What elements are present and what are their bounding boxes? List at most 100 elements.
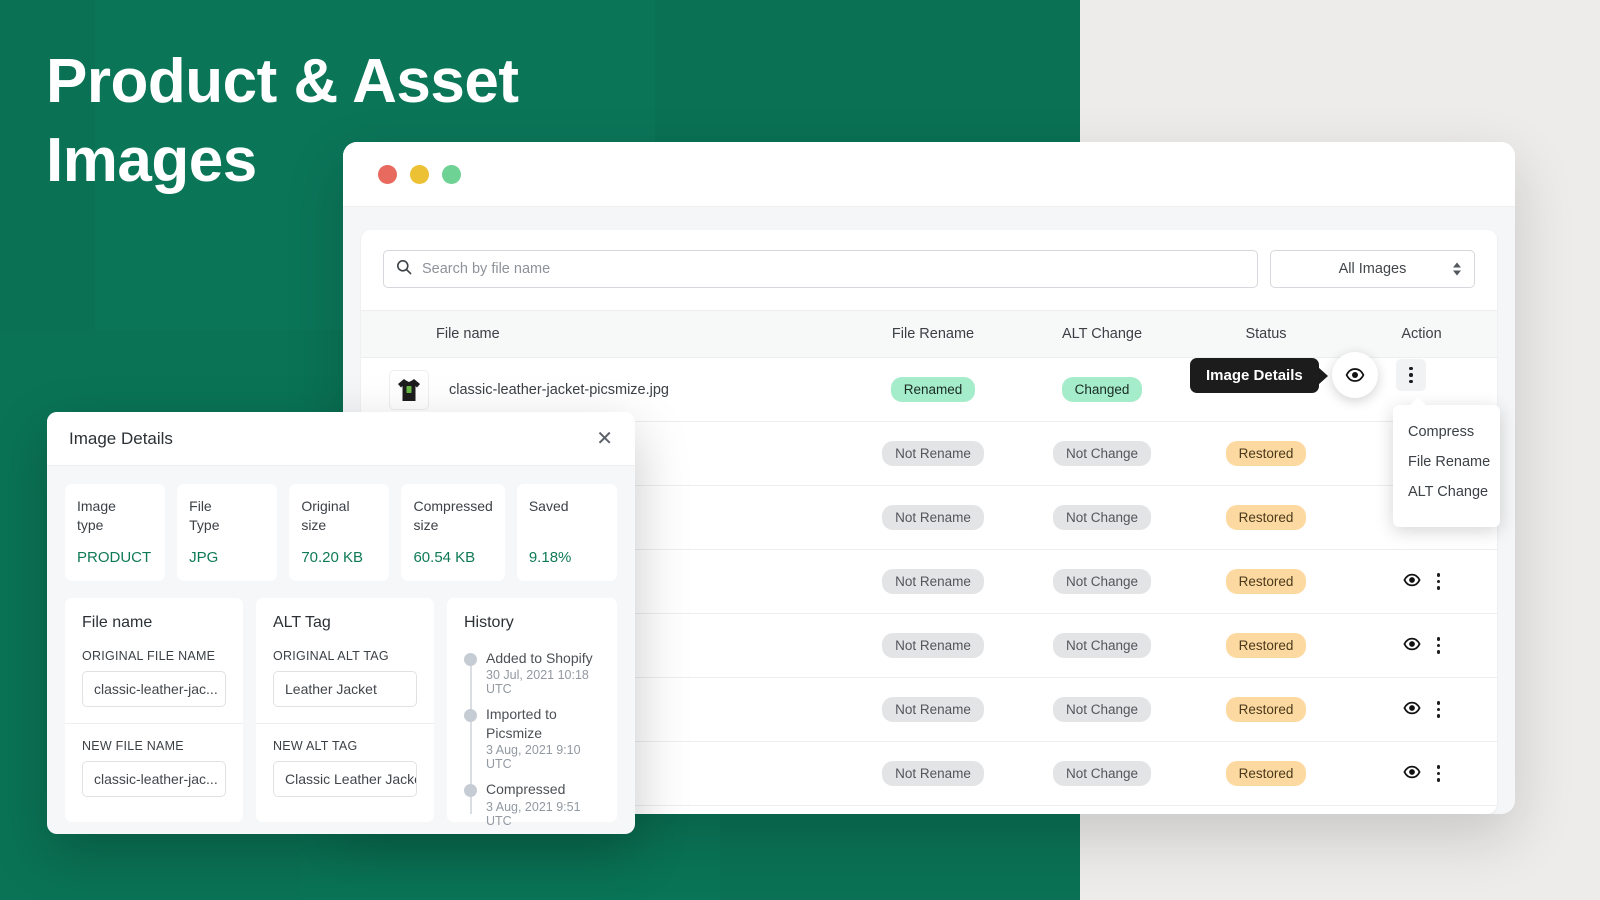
row-action-cell	[1346, 699, 1497, 721]
history-event: Imported to Picsmize3 Aug, 2021 9:10 UTC	[486, 705, 600, 771]
rename-badge: Not Rename	[882, 505, 984, 531]
original-file-name-field[interactable]: classic-leather-jac...	[82, 671, 226, 707]
history-event-name: Added to Shopify	[486, 649, 600, 667]
history-event-time: 3 Aug, 2021 9:10 UTC	[486, 743, 600, 771]
row-rename-cell: Not Rename	[848, 441, 1018, 467]
row-action-menu-button[interactable]	[1396, 359, 1426, 391]
alt-badge: Not Change	[1053, 569, 1151, 595]
row-status-cell: Restored	[1186, 441, 1346, 467]
detail-panels: File name ORIGINAL FILE NAME classic-lea…	[47, 581, 635, 834]
row-rename-cell: Not Rename	[848, 633, 1018, 659]
modal-title: Image Details	[69, 429, 173, 449]
row-status-cell: Restored	[1186, 505, 1346, 531]
rename-badge: Not Rename	[882, 441, 984, 467]
original-file-name-label: ORIGINAL FILE NAME	[82, 649, 226, 663]
stat-card: Saved9.18%	[517, 484, 617, 581]
row-alt-cell: Not Change	[1018, 569, 1186, 595]
alt-badge: Changed	[1062, 377, 1143, 403]
column-status: Status	[1186, 326, 1346, 342]
new-alt-tag-field[interactable]: Classic Leather Jacket p	[273, 761, 417, 797]
tshirt-thumbnail	[394, 375, 424, 405]
rename-badge: Renamed	[891, 377, 976, 403]
history-panel-title: History	[464, 614, 600, 632]
eye-icon	[1345, 365, 1365, 385]
minimize-dot[interactable]	[410, 165, 429, 184]
status-badge: Restored	[1226, 441, 1307, 467]
row-rename-cell: Not Rename	[848, 761, 1018, 787]
search-placeholder: Search by file name	[422, 261, 550, 277]
rename-badge: Not Rename	[882, 569, 984, 595]
row-thumbnail	[389, 370, 429, 410]
stats-row: ImagetypePRODUCTFileTypeJPGOriginalsize7…	[47, 466, 635, 581]
search-icon	[396, 259, 412, 280]
image-details-tooltip: Image Details	[1190, 358, 1319, 393]
column-action: Action	[1346, 326, 1497, 342]
stat-value: PRODUCT	[77, 549, 153, 566]
row-file-name: classic-leather-jacket-picsmize.jpg	[449, 382, 669, 398]
stat-card: FileTypeJPG	[177, 484, 277, 581]
image-details-modal: Image Details ✕ ImagetypePRODUCTFileType…	[47, 412, 635, 834]
alt-tag-panel-title: ALT Tag	[273, 614, 417, 632]
stat-value: 9.18%	[529, 549, 605, 566]
row-alt-cell: Changed	[1018, 377, 1186, 403]
menu-item-compress[interactable]: Compress	[1393, 417, 1500, 447]
alt-badge: Not Change	[1053, 633, 1151, 659]
search-input[interactable]: Search by file name	[383, 250, 1258, 288]
stat-card: Compressedsize 60.54 KB	[401, 484, 504, 581]
status-badge: Restored	[1226, 697, 1307, 723]
history-event: Compressed 3 Aug, 2021 9:51 UTC	[486, 780, 600, 827]
modal-header: Image Details ✕	[47, 412, 635, 466]
stat-card: Originalsize70.20 KB	[289, 484, 389, 581]
row-status-cell: Restored	[1186, 697, 1346, 723]
image-filter-select[interactable]: All Images	[1270, 250, 1475, 288]
kebab-icon[interactable]	[1437, 573, 1441, 590]
view-details-button[interactable]	[1332, 352, 1378, 398]
row-rename-cell: Not Rename	[848, 569, 1018, 595]
history-event-name: Imported to Picsmize	[486, 705, 600, 742]
history-panel: History Added to Shopify30 Jul, 2021 10:…	[447, 598, 617, 822]
file-name-panel-title: File name	[82, 614, 226, 632]
original-alt-tag-field[interactable]: Leather Jacket	[273, 671, 417, 707]
status-badge: Restored	[1226, 633, 1307, 659]
menu-item-file-rename[interactable]: File Rename	[1393, 447, 1500, 477]
menu-item-alt-change[interactable]: ALT Change	[1393, 477, 1500, 507]
table-header: File name File Rename ALT Change Status …	[361, 310, 1497, 358]
row-alt-cell: Not Change	[1018, 761, 1186, 787]
close-icon[interactable]: ✕	[596, 429, 613, 449]
rename-badge: Not Rename	[882, 633, 984, 659]
panel-divider	[65, 723, 243, 724]
alt-badge: Not Change	[1053, 441, 1151, 467]
status-badge: Restored	[1226, 761, 1307, 787]
stat-value: 60.54 KB	[413, 549, 492, 566]
view-details-icon[interactable]	[1403, 699, 1421, 721]
close-dot[interactable]	[378, 165, 397, 184]
history-timeline: Added to Shopify30 Jul, 2021 10:18 UTC Im…	[464, 649, 600, 828]
chevron-updown-icon	[1453, 263, 1461, 276]
stat-value: JPG	[189, 549, 265, 566]
row-rename-cell: Renamed	[848, 377, 1018, 403]
row-alt-cell: Not Change	[1018, 697, 1186, 723]
alt-badge: Not Change	[1053, 761, 1151, 787]
view-details-icon[interactable]	[1403, 763, 1421, 785]
row-rename-cell: Not Rename	[848, 697, 1018, 723]
new-file-name-field[interactable]: classic-leather-jac...	[82, 761, 226, 797]
stat-card: ImagetypePRODUCT	[65, 484, 165, 581]
stat-label: Compressedsize	[413, 497, 492, 535]
stat-label: Originalsize	[301, 497, 377, 535]
row-alt-cell: Not Change	[1018, 633, 1186, 659]
maximize-dot[interactable]	[442, 165, 461, 184]
column-file-rename: File Rename	[848, 326, 1018, 342]
history-event-time: 3 Aug, 2021 9:51 UTC	[486, 800, 600, 828]
history-event-name: Compressed	[486, 780, 600, 798]
column-file-name: File name	[361, 326, 848, 342]
row-action-cell	[1346, 763, 1497, 785]
kebab-icon[interactable]	[1437, 701, 1441, 718]
history-event-time: 30 Jul, 2021 10:18 UTC	[486, 668, 600, 696]
view-details-icon[interactable]	[1403, 571, 1421, 593]
view-details-icon[interactable]	[1403, 635, 1421, 657]
row-status-cell: Restored	[1186, 569, 1346, 595]
kebab-icon[interactable]	[1437, 637, 1441, 654]
kebab-icon[interactable]	[1437, 765, 1441, 782]
image-filter-value: All Images	[1339, 261, 1407, 277]
new-alt-tag-label: NEW ALT TAG	[273, 739, 417, 753]
